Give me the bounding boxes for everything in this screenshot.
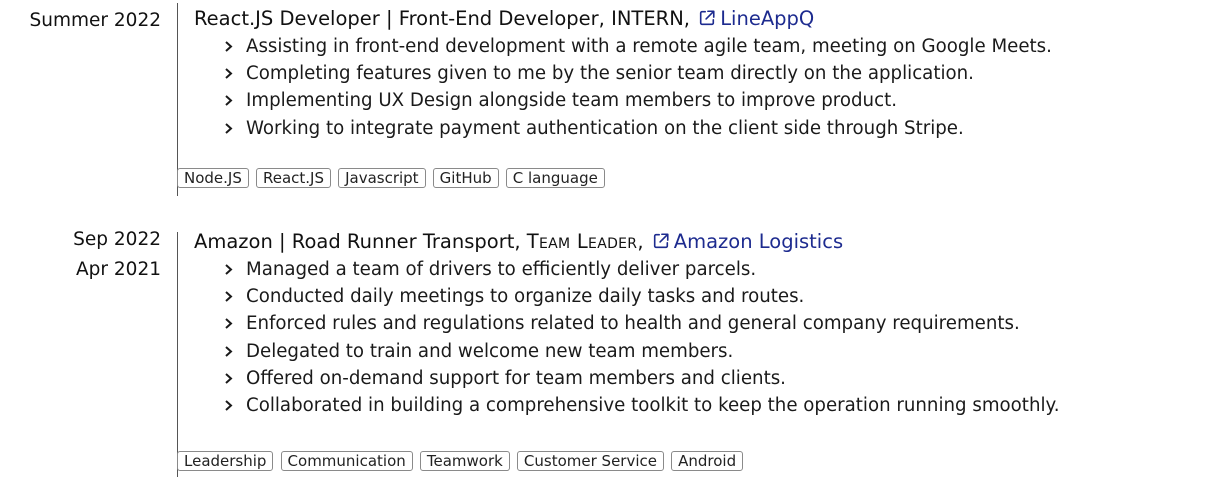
list-item: Completing features given to me by the s…	[194, 60, 1212, 87]
skill-tag: Leadership	[177, 451, 274, 471]
skill-tag: Android	[671, 451, 744, 471]
bullet-list: Managed a team of drivers to efficiently…	[194, 256, 1212, 419]
title-separator: ,	[637, 230, 650, 253]
bullet-text: Offered on-demand support for team membe…	[246, 367, 786, 389]
skill-tag: Communication	[280, 451, 413, 471]
job-title: Amazon | Road Runner Transport,	[194, 230, 527, 253]
bullet-text: Conducted daily meetings to organize dai…	[246, 286, 805, 308]
skill-tag: GitHub	[432, 168, 499, 188]
date-start: Summer 2022	[29, 10, 161, 31]
date-end: Sep 2022	[73, 229, 161, 250]
entry-dates: Sep 2022 Apr 2021	[0, 220, 161, 285]
list-item: Working to integrate payment authenticat…	[194, 115, 1212, 142]
timeline-rule	[177, 232, 178, 477]
chevron-right-icon	[225, 318, 233, 330]
chevron-right-icon	[225, 373, 233, 384]
chevron-right-icon	[225, 291, 233, 302]
skill-tags: Leadership Communication Teamwork Custom…	[177, 451, 745, 471]
job-title: React.JS Developer | Front-End Developer…	[194, 7, 697, 30]
chevron-right-icon	[225, 68, 233, 79]
job-role: Team Leader	[526, 230, 638, 253]
bullet-text: Enforced rules and regulations related t…	[246, 313, 1020, 335]
bullet-text: Completing features given to me by the s…	[246, 63, 974, 85]
external-link-icon	[700, 10, 715, 26]
external-link-icon	[653, 233, 669, 249]
entry-content: Amazon | Road Runner Transport, Team Lea…	[177, 220, 1212, 471]
entry-content: React.JS Developer | Front-End Developer…	[177, 0, 1212, 188]
skill-tags: Node.JS React.JS Javascript GitHub C lan…	[177, 168, 607, 188]
skill-tag: Customer Service	[516, 451, 664, 471]
bullet-text: Implementing UX Design alongside team me…	[246, 90, 897, 112]
company-link-label: Amazon Logistics	[673, 230, 844, 253]
list-item: Assisting in front-end development with …	[194, 33, 1212, 60]
list-item: Offered on-demand support for team membe…	[194, 365, 1212, 392]
bullet-text: Assisting in front-end development with …	[246, 36, 1052, 57]
chevron-right-icon	[225, 122, 233, 134]
chevron-right-icon	[225, 400, 233, 411]
list-item: Enforced rules and regulations related t…	[194, 310, 1212, 337]
chevron-right-icon	[225, 264, 233, 275]
list-item: Implementing UX Design alongside team me…	[194, 87, 1212, 114]
bullet-text: Working to integrate payment authenticat…	[246, 117, 964, 139]
skill-tag: Node.JS	[177, 168, 249, 188]
chevron-right-icon	[225, 95, 233, 107]
company-link[interactable]: LineAppQ	[696, 7, 814, 30]
entry-title: Amazon | Road Runner Transport, Team Lea…	[194, 220, 1212, 256]
list-item: Delegated to train and welcome new team …	[194, 338, 1212, 365]
experience-entry: Sep 2022 Apr 2021 Amazon | Road Runner T…	[0, 220, 1212, 477]
chevron-right-icon	[225, 345, 233, 357]
skill-tag: Teamwork	[419, 451, 510, 471]
bullet-text: Collaborated in building a comprehensive…	[246, 395, 1060, 417]
skill-tag: C language	[505, 168, 605, 188]
date-start: Apr 2021	[76, 259, 161, 280]
bullet-text: Managed a team of drivers to efficiently…	[246, 259, 757, 280]
entry-dates: Summer 2022	[0, 0, 161, 36]
list-item: Managed a team of drivers to efficiently…	[194, 256, 1212, 283]
company-link[interactable]: Amazon Logistics	[650, 230, 843, 253]
company-link-label: LineAppQ	[720, 7, 815, 30]
skill-tag: React.JS	[255, 168, 331, 188]
experience-entry: Summer 2022 React.JS Developer | Front-E…	[0, 0, 1212, 196]
list-item: Conducted daily meetings to organize dai…	[194, 283, 1212, 310]
bullet-text: Delegated to train and welcome new team …	[246, 340, 734, 362]
entry-title: React.JS Developer | Front-End Developer…	[194, 0, 1212, 33]
list-item: Collaborated in building a comprehensive…	[194, 392, 1212, 419]
chevron-right-icon	[225, 41, 233, 52]
bullet-list: Assisting in front-end development with …	[194, 33, 1212, 142]
skill-tag: Javascript	[338, 168, 426, 188]
